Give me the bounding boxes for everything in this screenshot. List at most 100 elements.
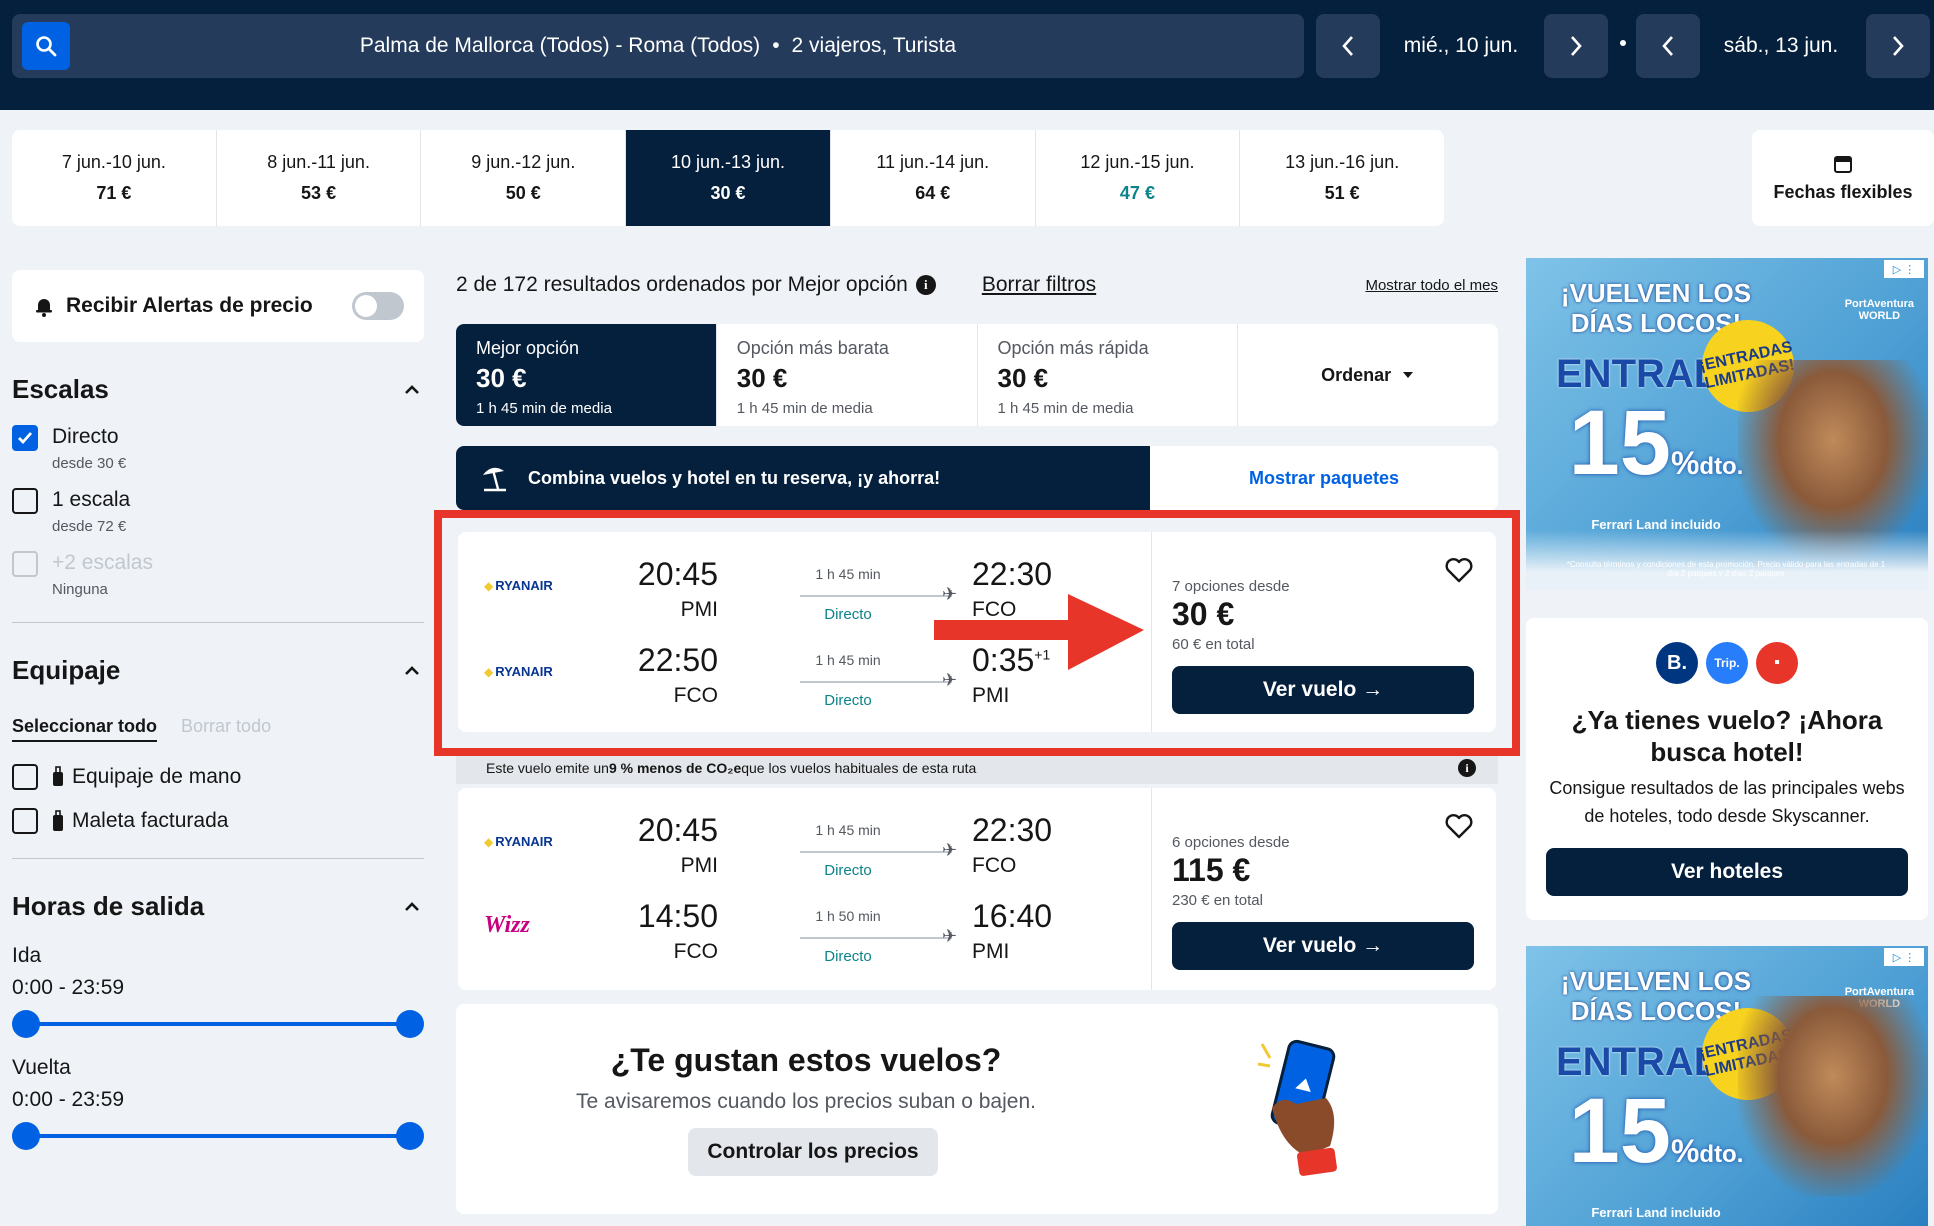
return-prev-button[interactable] [1636,14,1700,78]
flexible-dates-button[interactable]: Fechas flexibles [1752,130,1934,226]
info-icon[interactable]: i [915,275,936,295]
date-option-selected[interactable]: 10 jun.-13 jun. 30 € [626,130,831,226]
date-price: 51 € [1324,183,1360,203]
search-summary-box[interactable]: Palma de Mallorca (Todos) - Roma (Todos)… [12,14,1304,78]
return-date[interactable]: sáb., 13 jun. [1704,14,1858,78]
beach-umbrella-icon [483,467,506,492]
stops-option-direct[interactable]: Directo desde 30 € [12,425,424,472]
heart-icon[interactable] [1444,812,1474,840]
departure-airport: FCO [673,940,718,963]
depart-next-button[interactable] [1544,14,1608,78]
clear-all-link[interactable]: Borrar todo [181,716,271,742]
date-option[interactable]: 12 jun.-15 jun. 47 € [1036,130,1241,226]
tab-price: 30 € [476,363,527,393]
caret-down-icon [1403,372,1414,378]
flight-duration: 1 h 50 min [815,908,881,924]
ad-choices-icon[interactable]: ▷ ⋮ [1884,948,1924,966]
tab-fastest[interactable]: Opción más rápida 30 € 1 h 45 min de media [978,324,1239,426]
show-month-link[interactable]: Mostrar todo el mes [1365,277,1498,294]
slider-handle-min[interactable] [12,1122,40,1150]
date-price: 47 € [1119,183,1155,203]
return-next-button[interactable] [1866,14,1930,78]
stops-option-two-plus: +2 escalas Ninguna [12,551,424,598]
info-icon[interactable]: i [1458,759,1476,777]
arrival-airport: FCO [972,854,1017,877]
advertisement-banner[interactable]: ▷ ⋮ ¡VUELVEN LOS DÍAS LOCOS! ENTRADAS 15%… [1526,946,1928,1226]
departure-times-header[interactable]: Horas de salida [12,891,424,922]
co2-text-post: que los vuelos habituales de esta ruta [741,760,977,776]
baggage-section-header[interactable]: Equipaje [12,655,424,686]
date-price: 71 € [96,183,132,203]
toggle-knob [355,295,377,317]
outbound-label: Ida [12,944,42,967]
stops-section-header[interactable]: Escalas [12,374,424,405]
ad-line4: Ferrari Land incluido [1591,1205,1721,1220]
calendar-icon [1834,155,1852,173]
date-option[interactable]: 13 jun.-16 jun. 51 € [1240,130,1444,226]
checkbox-checked[interactable] [12,425,38,451]
flight-duration: 1 h 45 min [815,822,881,838]
arrival-time-value: 16:40 [972,898,1053,934]
ad-line1: ¡VUELVEN LOS [1560,966,1752,996]
date-option[interactable]: 11 jun.-14 jun. 64 € [831,130,1036,226]
checkbox-disabled [12,551,38,577]
date-range: 12 jun.-15 jun. [1080,152,1195,172]
trip-logo-icon: Trip. [1706,642,1748,684]
price-alerts-box: Recibir Alertas de precio [12,270,424,342]
sort-order-dropdown[interactable]: Ordenar [1238,324,1498,426]
date-option[interactable]: 9 jun.-12 jun. 50 € [421,130,627,226]
ad-line3: 15 [1568,392,1671,494]
stops-option-sub: desde 72 € [52,518,127,535]
separator: • [772,34,780,57]
stops-title: Escalas [12,374,109,404]
track-prices-button[interactable]: Controlar los precios [688,1128,938,1176]
stops-option-sub: Ninguna [52,581,108,598]
baggage-option-carry-on[interactable]: Equipaje de mano [12,764,424,790]
date-option[interactable]: 7 jun.-10 jun. 71 € [12,130,217,226]
checkbox[interactable] [12,488,38,514]
baggage-option-label: Maleta facturada [72,809,229,832]
date-price: 30 € [710,183,746,203]
checkbox[interactable] [12,808,38,834]
chevron-up-icon [405,665,419,675]
combo-text: Combina vuelos y hotel en tu reserva, ¡y… [528,467,941,488]
airline-name: RYANAIR [495,834,553,849]
airline-logo: ◆ RYANAIR [484,834,553,849]
arrival-airport: PMI [972,940,1010,963]
ad-line3c: dto. [1699,453,1744,480]
tab-title: Opción más barata [736,338,889,358]
airline-logo: Wizz [484,912,530,939]
slider-handle-min[interactable] [12,1010,40,1038]
outbound-time-slider[interactable] [12,1010,424,1038]
co2-text-pre: Este vuelo emite un [486,760,609,776]
date-range: 10 jun.-13 jun. [670,152,786,172]
show-packages-link[interactable]: Mostrar paquetes [1150,446,1498,510]
price-alerts-toggle[interactable] [352,292,404,320]
return-time-slider[interactable] [12,1122,424,1150]
depart-date[interactable]: mié., 10 jun. [1384,14,1538,78]
advertisement-banner[interactable]: ▷ ⋮ ¡VUELVEN LOS DÍAS LOCOS! ENTRADAS 15%… [1526,258,1928,590]
departure-times-title: Horas de salida [12,891,205,921]
checkbox[interactable] [12,764,38,790]
tab-cheapest[interactable]: Opción más barata 30 € 1 h 45 min de media [717,324,978,426]
slider-handle-max[interactable] [396,1010,424,1038]
ad-brand-name: PortAventura [1844,298,1914,310]
stops-option-one-stop[interactable]: 1 escala desde 72 € [12,488,424,535]
return-range: 0:00 - 23:59 [12,1088,125,1111]
co2-text-bold: 9 % menos de CO₂e [608,760,742,776]
tab-best[interactable]: Mejor opción 30 € 1 h 45 min de media [456,324,717,426]
ad-choices-icon[interactable]: ▷ ⋮ [1884,260,1924,278]
route-line [800,851,950,853]
view-hotels-button[interactable]: Ver hoteles [1546,848,1908,896]
clear-filters-link[interactable]: Borrar filtros [982,273,1096,297]
depart-prev-button[interactable] [1316,14,1380,78]
slider-handle-max[interactable] [396,1122,424,1150]
ad-brand: PortAventuraWORLD [1845,298,1914,322]
view-flight-button[interactable]: Ver vuelo → [1172,922,1474,970]
date-option[interactable]: 8 jun.-11 jun. 53 € [217,130,422,226]
baggage-option-checked-bag[interactable]: Maleta facturada [12,808,424,834]
flight-card[interactable]: ◆ RYANAIR 20:45 PMI 1 h 45 min ✈ Directo … [458,788,1496,990]
select-all-link[interactable]: Seleccionar todo [12,716,158,742]
tab-title: Mejor opción [476,338,580,358]
options-count: 6 opciones desde [1172,834,1290,851]
